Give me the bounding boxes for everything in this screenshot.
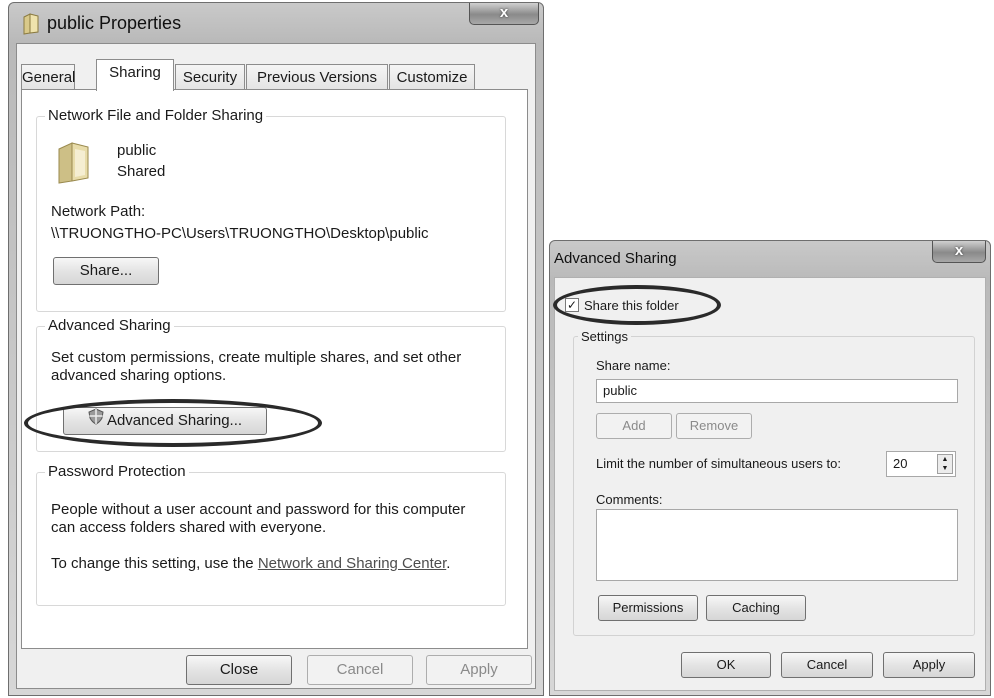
cancel-button[interactable]: Cancel [307,655,413,685]
settings-group: Settings Share name: public Add Remove L… [573,329,975,636]
tab-previous-versions[interactable]: Previous Versions [246,64,388,90]
tab-general[interactable]: General [21,64,75,90]
folder-share-status: Shared [117,163,166,180]
permissions-button[interactable]: Permissions [598,595,698,621]
window-title: Advanced Sharing [554,250,677,267]
dialog-client-area: General Sharing Security Previous Versio… [16,43,536,689]
user-limit-label: Limit the number of simultaneous users t… [596,456,841,471]
cancel-button[interactable]: Cancel [781,652,873,678]
group-title: Network File and Folder Sharing [45,107,267,124]
close-window-button[interactable]: x [469,3,539,25]
group-title: Settings [578,329,631,344]
folder-name: public [117,142,157,159]
dialog-client-area: ✓ Share this folder Settings Share name:… [553,277,986,691]
ok-button[interactable]: OK [681,652,771,678]
comments-textarea[interactable] [596,509,958,581]
advanced-sharing-window: Advanced Sharing x ✓ Share this folder S… [549,240,991,696]
group-title: Advanced Sharing [45,317,174,334]
share-name-input[interactable]: public [596,379,958,403]
user-limit-stepper[interactable]: 20 ▲ ▼ [886,451,956,477]
network-sharing-center-link[interactable]: Network and Sharing Center [258,555,446,572]
comments-label: Comments: [596,492,663,507]
advanced-sharing-description-line2: advanced sharing options. [51,367,227,384]
highlight-ellipse [24,399,322,447]
apply-button[interactable]: Apply [883,652,975,678]
close-icon: x [499,4,509,21]
close-icon: x [954,242,964,259]
network-path-label: Network Path: [51,203,146,220]
tab-sharing[interactable]: Sharing [96,59,174,91]
folder-icon [21,13,41,40]
close-window-button[interactable]: x [932,241,986,263]
window-title: public Properties [47,13,182,33]
sharing-tab-panel: Network File and Folder Sharing public S… [21,89,528,649]
network-path-value: \\TRUONGTHO-PC\Users\TRUONGTHO\Desktop\p… [51,225,429,242]
tab-customize[interactable]: Customize [389,64,475,90]
title-bar[interactable]: Advanced Sharing x [550,241,990,277]
spinner-arrows-icon[interactable]: ▲ ▼ [937,454,953,474]
add-button[interactable]: Add [596,413,672,439]
tab-security[interactable]: Security [175,64,245,90]
password-protection-group: Password Protection People without a use… [36,463,506,606]
highlight-ellipse [553,285,721,325]
group-title: Password Protection [45,463,189,480]
close-button[interactable]: Close [186,655,292,685]
change-setting-text: To change this setting, use the Network … [51,555,451,572]
title-bar[interactable]: public Properties x [9,3,543,43]
advanced-sharing-description-line1: Set custom permissions, create multiple … [51,349,462,366]
share-button[interactable]: Share... [53,257,159,285]
remove-button[interactable]: Remove [676,413,752,439]
public-properties-window: public Properties x General Sharing Secu… [8,2,544,696]
apply-button[interactable]: Apply [426,655,532,685]
password-protection-line2: can access folders shared with everyone. [51,519,327,536]
password-protection-line1: People without a user account and passwo… [51,501,466,518]
share-name-label: Share name: [596,358,671,373]
folder-icon [55,141,93,190]
caching-button[interactable]: Caching [706,595,806,621]
network-sharing-group: Network File and Folder Sharing public S… [36,107,506,312]
